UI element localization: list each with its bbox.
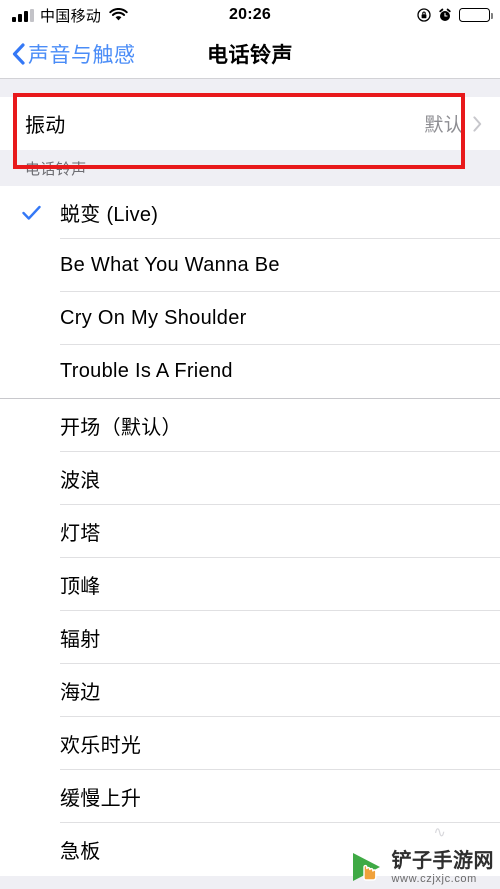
ringtone-row[interactable]: 灯塔 — [0, 505, 500, 558]
battery-icon — [459, 8, 493, 22]
iphone-screen: 中国移动 20:26 声音与触感 电话铃声 振动 默认 电话铃声 蜕变 (Liv… — [0, 0, 500, 889]
system-ringtones-group: 开场（默认） 波浪灯塔顶峰辐射海边欢乐时光缓慢上升急板 — [0, 399, 500, 876]
ringtone-row[interactable]: 欢乐时光 — [0, 717, 500, 770]
watermark-ghost-mark: ∿ — [433, 824, 446, 841]
status-bar-right — [417, 8, 493, 22]
ringtone-label: 灯塔 — [60, 523, 101, 545]
ringtone-label: 辐射 — [60, 629, 101, 651]
ringtone-row[interactable]: Be What You Wanna Be — [0, 239, 500, 292]
section-header-ringtones: 电话铃声 — [0, 150, 500, 186]
rotation-lock-icon — [417, 8, 431, 22]
ringtone-row[interactable]: 蜕变 (Live) — [0, 186, 500, 239]
ringtone-label: 缓慢上升 — [60, 788, 142, 810]
alarm-clock-icon — [438, 8, 452, 22]
ringtone-label: Cry On My Shoulder — [60, 307, 247, 329]
custom-ringtones-group: 蜕变 (Live) Be What You Wanna Be Cry On My S… — [0, 186, 500, 398]
ringtone-label: 蜕变 (Live) — [60, 204, 159, 226]
section-header-label: 电话铃声 — [25, 161, 87, 178]
vibration-value: 默认 — [424, 115, 463, 136]
vibration-label: 振动 — [25, 115, 66, 137]
top-spacer — [0, 79, 500, 97]
page-title: 电话铃声 — [207, 44, 293, 67]
ringtone-row[interactable]: Trouble Is A Friend — [0, 345, 500, 398]
ringtone-row[interactable]: 缓慢上升 — [0, 770, 500, 823]
vibration-group: 振动 默认 — [0, 97, 500, 150]
navigation-bar: 声音与触感 电话铃声 — [0, 30, 500, 78]
ringtone-row[interactable]: 急板 — [0, 823, 500, 876]
ringtone-row[interactable]: 开场（默认） — [0, 399, 500, 452]
ringtone-row[interactable]: 波浪 — [0, 452, 500, 505]
ringtone-label: 急板 — [60, 841, 101, 863]
ringtone-row[interactable]: Cry On My Shoulder — [0, 292, 500, 345]
chevron-right-icon — [473, 115, 482, 132]
status-bar: 中国移动 20:26 — [0, 0, 500, 30]
ringtone-label: Trouble Is A Friend — [60, 360, 233, 382]
ringtone-label: 开场（默认） — [60, 417, 182, 439]
settings-list[interactable]: 振动 默认 电话铃声 蜕变 (Live) Be What You Wanna Be… — [0, 79, 500, 889]
ringtone-row[interactable]: 辐射 — [0, 611, 500, 664]
ringtone-label: 海边 — [60, 682, 101, 704]
checkmark-icon — [22, 203, 41, 222]
ringtone-label: 顶峰 — [60, 576, 101, 598]
ringtone-row[interactable]: 顶峰 — [0, 558, 500, 611]
ringtone-label: 波浪 — [60, 470, 101, 492]
vibration-row[interactable]: 振动 默认 — [0, 97, 500, 150]
ringtone-label: 欢乐时光 — [60, 735, 142, 757]
ringtone-row[interactable]: 海边 — [0, 664, 500, 717]
ringtone-label: Be What You Wanna Be — [60, 254, 280, 276]
